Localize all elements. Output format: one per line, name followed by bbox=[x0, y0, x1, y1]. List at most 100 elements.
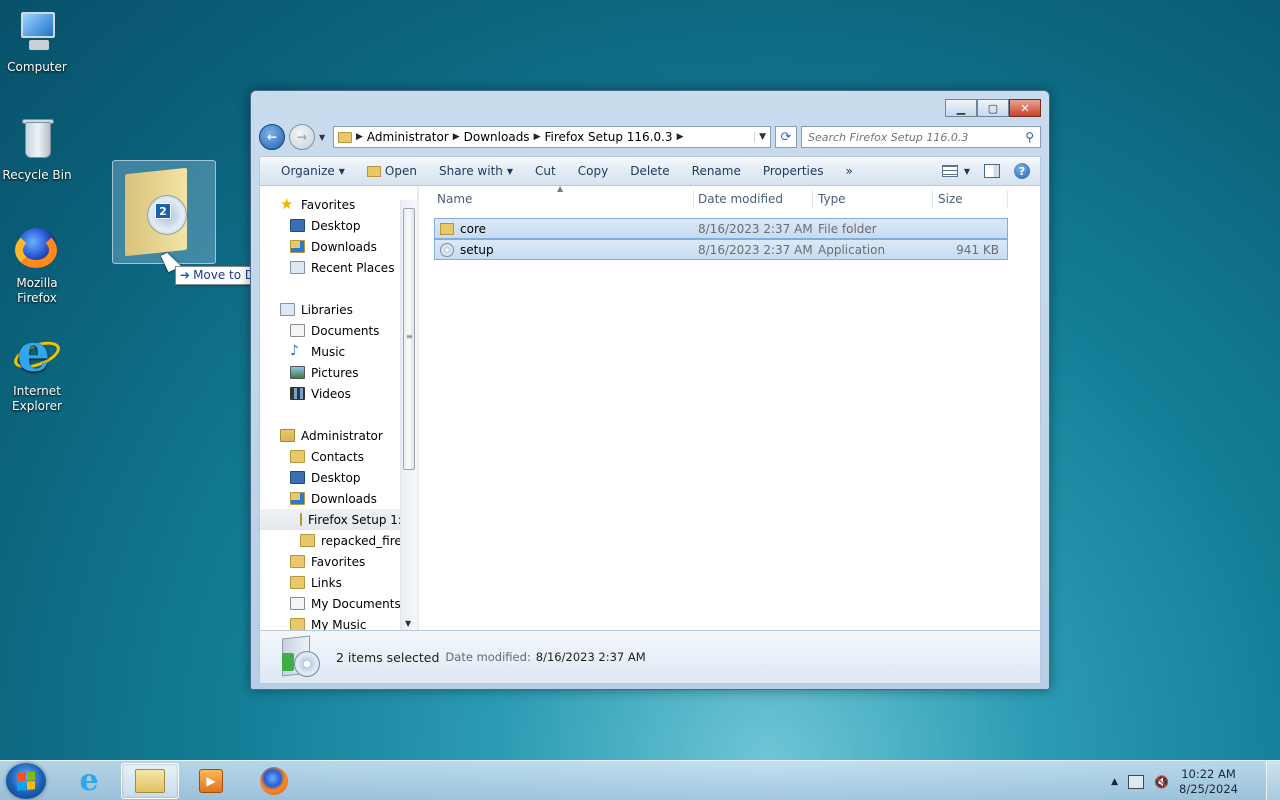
delete-button[interactable]: Delete bbox=[619, 159, 680, 183]
forward-button[interactable]: → bbox=[289, 124, 315, 150]
folder-icon bbox=[300, 534, 315, 547]
address-dropdown[interactable]: ▼ bbox=[754, 132, 766, 142]
column-header-name[interactable]: Name bbox=[437, 192, 472, 206]
clock-time: 10:22 AM bbox=[1181, 767, 1236, 781]
nav-libraries[interactable]: Libraries bbox=[280, 299, 353, 320]
share-with-button[interactable]: Share with ▼ bbox=[428, 159, 524, 183]
date-modified-value: 8/16/2023 2:37 AM bbox=[535, 650, 646, 664]
nav-label: Libraries bbox=[301, 302, 353, 317]
nav-user-downloads[interactable]: Downloads bbox=[290, 488, 377, 509]
breadcrumb-separator[interactable]: ▶ bbox=[534, 132, 541, 142]
desktop-icon-computer[interactable]: Computer bbox=[0, 8, 74, 75]
desktop-icon-recycle-bin[interactable]: Recycle Bin bbox=[0, 116, 74, 183]
maximize-button[interactable]: ▢ bbox=[977, 99, 1009, 117]
move-arrow-icon: ➜ bbox=[180, 268, 191, 282]
nav-lib-videos[interactable]: Videos bbox=[290, 383, 351, 404]
search-box[interactable]: ⚲ bbox=[801, 126, 1041, 148]
scroll-down-arrow-icon[interactable]: ▼ bbox=[405, 619, 411, 628]
properties-button[interactable]: Properties bbox=[752, 159, 835, 183]
breadcrumb-downloads[interactable]: Downloads bbox=[464, 130, 530, 144]
nav-user-my-documents[interactable]: My Documents bbox=[290, 593, 400, 614]
volume-muted-icon[interactable]: 🔇 bbox=[1154, 775, 1169, 789]
breadcrumb-separator[interactable]: ▶ bbox=[677, 132, 684, 142]
star-icon: ★ bbox=[280, 195, 294, 213]
taskbar-internet-explorer[interactable]: e bbox=[60, 763, 118, 799]
nav-user-favorites[interactable]: Favorites bbox=[290, 551, 365, 572]
nav-fav-downloads[interactable]: Downloads bbox=[290, 236, 377, 257]
file-row-core[interactable]: core 8/16/2023 2:37 AM File folder bbox=[434, 218, 1008, 239]
open-label: Open bbox=[384, 164, 417, 178]
desktop-icon-firefox[interactable]: Mozilla Firefox bbox=[0, 224, 74, 306]
copy-button[interactable]: Copy bbox=[567, 159, 619, 183]
nav-label: Favorites bbox=[301, 197, 356, 212]
rename-button[interactable]: Rename bbox=[681, 159, 752, 183]
breadcrumb-firefox-setup[interactable]: Firefox Setup 116.0.3 bbox=[544, 130, 672, 144]
search-icon[interactable]: ⚲ bbox=[1025, 130, 1034, 144]
network-icon[interactable] bbox=[1128, 775, 1145, 789]
minimize-button[interactable]: ▁ bbox=[945, 99, 977, 117]
nav-label: Administrator bbox=[301, 428, 383, 443]
libraries-icon bbox=[280, 303, 295, 316]
column-header-size[interactable]: Size bbox=[938, 192, 963, 206]
taskbar-windows-explorer[interactable] bbox=[121, 763, 179, 799]
nav-label: My Documents bbox=[311, 596, 400, 611]
nav-label: Contacts bbox=[311, 449, 364, 464]
more-commands-button[interactable]: » bbox=[835, 159, 864, 183]
file-row-setup[interactable]: setup 8/16/2023 2:37 AM Application 941 … bbox=[434, 239, 1008, 260]
open-button[interactable]: Open bbox=[356, 159, 428, 183]
nav-favorites[interactable]: ★ Favorites bbox=[280, 194, 355, 215]
nav-lib-documents[interactable]: Documents bbox=[290, 320, 379, 341]
nav-user-links[interactable]: Links bbox=[290, 572, 342, 593]
nav-user-contacts[interactable]: Contacts bbox=[290, 446, 364, 467]
search-input[interactable] bbox=[808, 130, 1008, 144]
refresh-button[interactable]: ⟳ bbox=[775, 126, 797, 148]
media-player-icon: ▶ bbox=[199, 769, 223, 793]
nav-lib-music[interactable]: ♪ Music bbox=[290, 341, 345, 362]
nav-user-my-music[interactable]: My Music bbox=[290, 614, 366, 630]
start-button[interactable] bbox=[6, 763, 46, 799]
back-button[interactable]: ← bbox=[259, 124, 285, 150]
close-button[interactable]: ✕ bbox=[1009, 99, 1041, 117]
system-clock[interactable]: 10:22 AM 8/25/2024 bbox=[1179, 767, 1238, 797]
desktop-icon-internet-explorer[interactable]: e Internet Explorer bbox=[0, 328, 74, 414]
nav-user-administrator[interactable]: Administrator bbox=[280, 425, 383, 446]
user-folder-icon bbox=[280, 429, 295, 442]
recent-pages-dropdown[interactable]: ▼ bbox=[319, 133, 329, 142]
folder-icon bbox=[300, 513, 302, 526]
nav-user-desktop[interactable]: Desktop bbox=[290, 467, 361, 488]
organize-button[interactable]: Organize ▼ bbox=[270, 159, 356, 183]
address-bar[interactable]: ▶ Administrator ▶ Downloads ▶ Firefox Se… bbox=[333, 126, 771, 148]
nav-pane-scrollbar[interactable]: ≡ ▼ bbox=[400, 200, 417, 630]
file-type: Application bbox=[818, 242, 886, 257]
column-header-type[interactable]: Type bbox=[818, 192, 846, 206]
show-desktop-button[interactable] bbox=[1266, 761, 1280, 800]
desktop-icon-label: Computer bbox=[7, 60, 67, 74]
share-with-label: Share with bbox=[438, 164, 503, 178]
nav-repacked-firefox[interactable]: repacked_firefc bbox=[300, 530, 400, 551]
nav-label: Downloads bbox=[311, 239, 377, 254]
breadcrumb-separator[interactable]: ▶ bbox=[453, 132, 460, 142]
recent-places-icon bbox=[290, 261, 305, 274]
explorer-body: ★ Favorites Desktop Downloads Recent Plac… bbox=[259, 184, 1041, 630]
nav-label: Videos bbox=[311, 386, 351, 401]
nav-fav-desktop[interactable]: Desktop bbox=[290, 215, 361, 236]
windows-explorer-icon bbox=[135, 769, 165, 793]
column-header-date-modified[interactable]: Date modified bbox=[698, 192, 783, 206]
drag-count-badge: 2 bbox=[155, 203, 171, 219]
taskbar-media-player[interactable]: ▶ bbox=[182, 763, 240, 799]
view-dropdown-icon[interactable]: ▼ bbox=[964, 167, 970, 176]
preview-pane-icon[interactable] bbox=[984, 164, 1000, 178]
breadcrumb-separator[interactable]: ▶ bbox=[356, 132, 363, 142]
nav-firefox-setup[interactable]: Firefox Setup 1: bbox=[260, 509, 400, 530]
change-view-icon[interactable] bbox=[941, 165, 958, 177]
show-hidden-icons-button[interactable]: ▲ bbox=[1111, 777, 1118, 787]
taskbar-firefox[interactable] bbox=[245, 763, 303, 799]
file-name-cell: core bbox=[440, 222, 486, 236]
nav-label: Downloads bbox=[311, 491, 377, 506]
nav-fav-recent-places[interactable]: Recent Places bbox=[290, 257, 394, 278]
desktop-icon-label: Mozilla Firefox bbox=[16, 276, 58, 305]
nav-lib-pictures[interactable]: Pictures bbox=[290, 362, 359, 383]
cut-button[interactable]: Cut bbox=[524, 159, 567, 183]
breadcrumb-administrator[interactable]: Administrator bbox=[367, 130, 449, 144]
help-icon[interactable]: ? bbox=[1014, 163, 1030, 179]
